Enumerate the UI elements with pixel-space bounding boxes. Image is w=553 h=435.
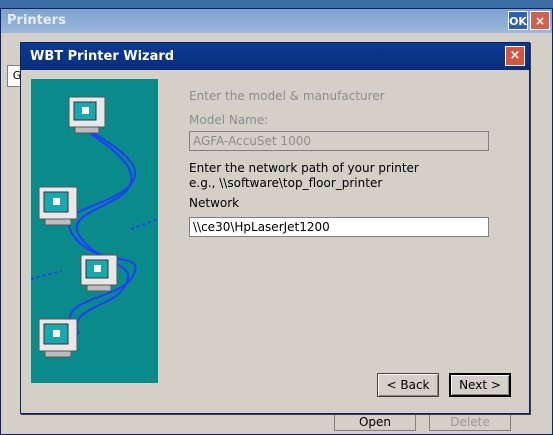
network-instruction: Enter the network path of your printer bbox=[189, 161, 419, 175]
printers-close-button[interactable]: × bbox=[530, 11, 550, 30]
printer-network-illustration bbox=[30, 79, 159, 383]
network-path-input[interactable]: \\ce30\HpLaserJet1200 bbox=[189, 217, 489, 237]
wizard-titlebar: WBT Printer Wizard × bbox=[21, 43, 529, 70]
network-computers-icon bbox=[30, 96, 159, 358]
printers-titlebar: Printers OK × bbox=[1, 9, 552, 33]
model-name-label: Model Name: bbox=[189, 113, 269, 127]
printers-title: Printers bbox=[7, 13, 66, 28]
wizard-close-button[interactable]: × bbox=[505, 46, 525, 66]
model-heading: Enter the model & manufacturer bbox=[189, 89, 385, 103]
delete-button[interactable]: Delete bbox=[429, 411, 511, 431]
wizard-dialog: WBT Printer Wizard × Enter the model & m… bbox=[20, 42, 530, 414]
network-example: e.g., \\software\top_floor_printer bbox=[189, 176, 383, 190]
open-button[interactable]: Open bbox=[334, 411, 416, 431]
next-button[interactable]: Next > bbox=[449, 373, 511, 397]
back-button[interactable]: < Back bbox=[377, 373, 439, 397]
wizard-title: WBT Printer Wizard bbox=[30, 49, 175, 64]
printers-ok-button[interactable]: OK bbox=[508, 11, 528, 30]
network-label: Network bbox=[189, 196, 240, 210]
model-name-field: AGFA-AccuSet 1000 bbox=[189, 131, 489, 151]
